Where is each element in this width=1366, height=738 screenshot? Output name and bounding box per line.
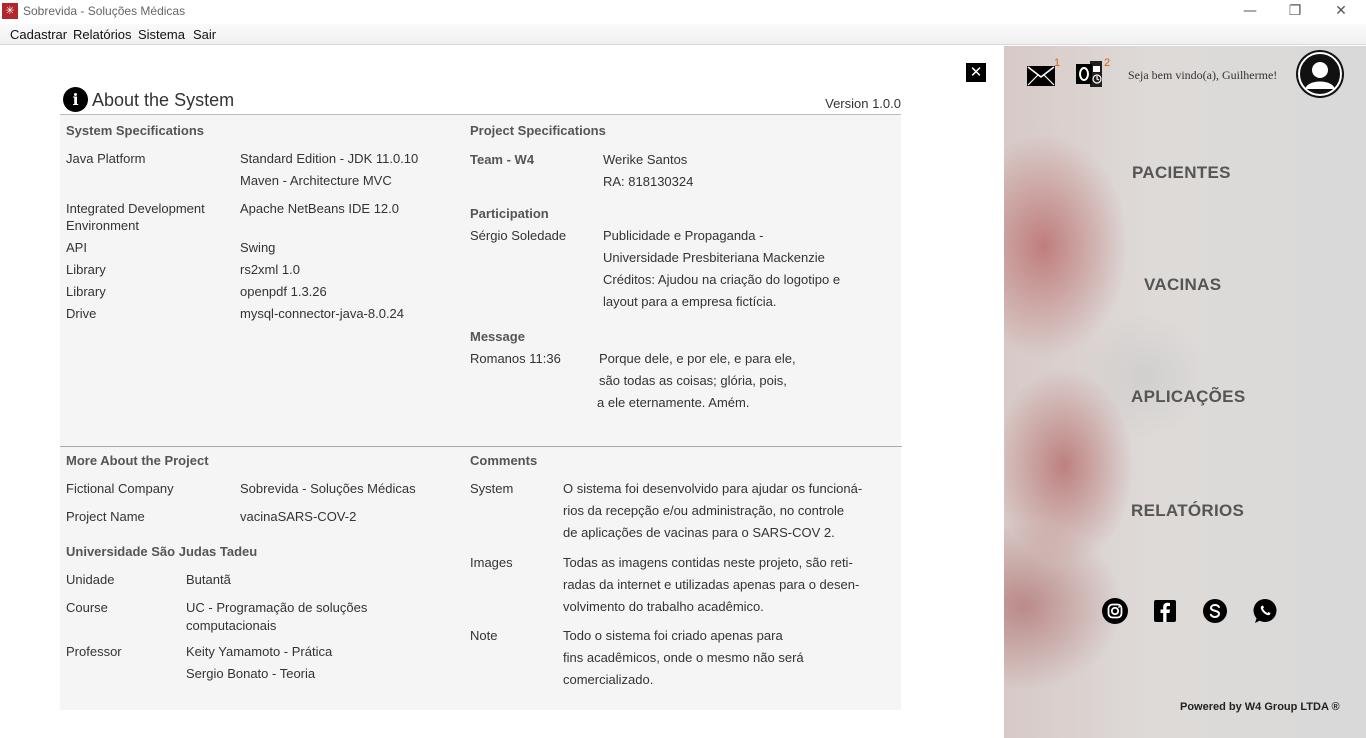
- participation-heading: Participation: [470, 206, 549, 221]
- powered-by-label: Powered by W4 Group LTDA ®: [1180, 701, 1340, 713]
- comment-line: comercializado.: [563, 672, 654, 687]
- spec-value: openpdf 1.3.26: [240, 284, 327, 299]
- outlook-badge: 2: [1104, 57, 1111, 69]
- menu-sistema[interactable]: Sistema: [138, 27, 185, 42]
- unit-label: Unidade: [66, 572, 115, 587]
- project-name-label: Project Name: [66, 509, 145, 524]
- nav-vacinas[interactable]: VACINAS: [1144, 275, 1221, 295]
- menu-cadastrar[interactable]: Cadastrar: [10, 27, 67, 42]
- unit-value: Butantã: [186, 572, 231, 587]
- participant-name: Sérgio Soledade: [470, 228, 567, 243]
- facebook-icon[interactable]: [1152, 598, 1178, 624]
- nav-pacientes[interactable]: PACIENTES: [1132, 163, 1231, 183]
- user-avatar-icon[interactable]: [1296, 50, 1344, 98]
- mail-badge: 1: [1054, 57, 1061, 69]
- participation-value: Publicidade e Propaganda -: [603, 228, 764, 243]
- comment-line: de aplicações de vacinas para o SARS-COV…: [563, 525, 835, 540]
- course-label: Course: [66, 600, 108, 615]
- welcome-message: Seja bem vindo(a), Guilherme!: [1128, 68, 1278, 82]
- spec-label: Environment: [66, 218, 139, 233]
- window-title: Sobrevida - Soluções Médicas: [23, 4, 186, 18]
- page-title: About the System: [92, 90, 235, 110]
- message-line: são todas as coisas; glória, pois,: [599, 373, 787, 388]
- team-value: RA: 818130324: [603, 174, 694, 189]
- comment-line: volvimento do trabalho acadêmico.: [563, 599, 764, 614]
- info-icon: i: [63, 87, 88, 112]
- title-bar: ✳ Sobrevida - Soluções Médicas — ❐ ✕: [0, 0, 1366, 24]
- message-heading: Message: [470, 329, 525, 344]
- skype-icon[interactable]: [1202, 598, 1228, 624]
- version-label: Version 1.0.0: [825, 96, 901, 111]
- comment-note-label: Note: [470, 628, 498, 643]
- company-label: Fictional Company: [66, 481, 174, 496]
- company-value: Sobrevida - Soluções Médicas: [240, 481, 416, 496]
- nav-relatorios[interactable]: RELATÓRIOS: [1131, 501, 1244, 521]
- outlook-icon[interactable]: [1076, 61, 1104, 87]
- spec-value: rs2xml 1.0: [240, 262, 300, 277]
- participation-value: layout para a empresa fictícia.: [603, 294, 777, 309]
- team-value: Werike Santos: [603, 152, 688, 167]
- close-window-button[interactable]: ✕: [1318, 0, 1364, 24]
- section-divider: [60, 446, 902, 447]
- main-content: ✕ i About the System Version 1.0.0 Syste…: [0, 46, 1004, 738]
- comment-line: Todas as imagens contidas neste projeto,…: [563, 555, 853, 570]
- participation-value: Universidade Presbiteriana Mackenzie: [603, 250, 825, 265]
- spec-label: API: [66, 240, 87, 255]
- instagram-icon[interactable]: [1102, 598, 1128, 624]
- comment-line: radas da internet e utilizadas apenas pa…: [563, 577, 860, 592]
- spec-label: Drive: [66, 306, 97, 321]
- university-heading: Universidade São Judas Tadeu: [66, 544, 258, 559]
- project-specs-heading: Project Specifications: [470, 123, 606, 138]
- course-value: computacionais: [186, 618, 277, 633]
- comment-line: fins acadêmicos, onde o mesmo não será: [563, 650, 804, 665]
- spec-value: mysql-connector-java-8.0.24: [240, 306, 405, 321]
- spec-value: Swing: [240, 240, 276, 255]
- spec-label: Library: [66, 284, 106, 299]
- comment-images-label: Images: [470, 555, 513, 570]
- menu-relatorios[interactable]: Relatórios: [73, 27, 132, 42]
- professor-value: Keity Yamamoto - Prática: [186, 644, 333, 659]
- spec-label: Integrated Development: [66, 201, 205, 216]
- spec-value: Apache NetBeans IDE 12.0: [240, 201, 399, 216]
- comment-system-label: System: [470, 481, 514, 496]
- menu-bar: Cadastrar Relatórios Sistema Sair: [0, 24, 1366, 45]
- message-line: a ele eternamente. Amém.: [597, 395, 750, 410]
- comment-line: Todo o sistema foi criado apenas para: [563, 628, 783, 643]
- comment-line: rios da recepção e/ou administração, no …: [563, 503, 845, 518]
- spec-value: Maven - Architecture MVC: [240, 173, 392, 188]
- participation-value: Créditos: Ajudou na criação do logotipo …: [603, 272, 841, 287]
- spec-label: Library: [66, 262, 106, 277]
- close-about-button[interactable]: ✕: [966, 63, 986, 82]
- menu-sair[interactable]: Sair: [193, 27, 216, 42]
- comments-heading: Comments: [470, 453, 538, 468]
- comment-line: O sistema foi desenvolvido para ajudar o…: [563, 481, 863, 496]
- app-logo-icon: ✳: [2, 3, 18, 19]
- team-label: Team - W4: [470, 152, 535, 167]
- spec-label: Java Platform: [66, 151, 146, 166]
- whatsapp-icon[interactable]: [1252, 598, 1278, 624]
- system-specs-heading: System Specifications: [66, 123, 204, 138]
- project-name-value: vacinaSARS-COV-2: [240, 509, 357, 524]
- mail-icon[interactable]: [1027, 66, 1055, 86]
- nav-aplicacoes[interactable]: APLICAÇÕES: [1131, 387, 1245, 407]
- message-label: Romanos 11:36: [470, 351, 561, 366]
- more-about-heading: More About the Project: [66, 453, 209, 468]
- restore-button[interactable]: ❐: [1272, 0, 1318, 24]
- professor-value: Sergio Bonato - Teoria: [186, 666, 316, 681]
- course-value: UC - Programação de soluções: [186, 600, 368, 615]
- minimize-button[interactable]: —: [1227, 0, 1273, 24]
- sidebar: 1 2 Seja bem vindo(a), Guilherme! PACIEN…: [1004, 46, 1366, 738]
- spec-value: Standard Edition - JDK 11.0.10: [240, 151, 419, 166]
- professor-label: Professor: [66, 644, 122, 659]
- message-line: Porque dele, e por ele, e para ele,: [599, 351, 796, 366]
